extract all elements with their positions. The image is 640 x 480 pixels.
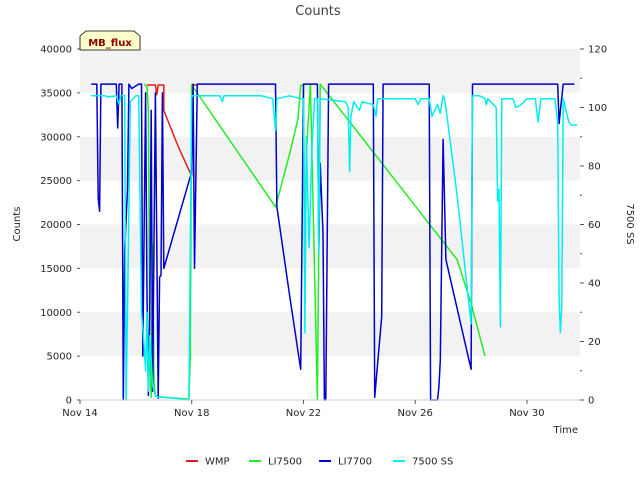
grid-band (80, 224, 580, 269)
y2-tick-label: 80 (588, 162, 601, 173)
y-tick-label: 30000 (40, 132, 72, 143)
x-axis-title: Time (553, 425, 578, 436)
grid-band (80, 268, 580, 313)
y-tick-label: 20000 (40, 220, 72, 231)
y2-tick-label: 120 (588, 45, 607, 56)
y2-axis-title: 7500 SS (624, 203, 635, 244)
y2-tick-label: 60 (588, 220, 601, 231)
y2-tick-label: 100 (588, 103, 607, 114)
y-axis-title: Counts (12, 207, 23, 242)
y-tick-label: 25000 (40, 176, 72, 187)
counts-chart: Counts 0 5000 10000 15000 20000 25000 30000 350… (12, 4, 635, 468)
chart-title: Counts (295, 4, 341, 19)
legend-label-li7500: LI7500 (268, 457, 302, 468)
x-tick-label: Nov 22 (286, 408, 321, 419)
grid-band (80, 312, 580, 357)
y2-tick-label: 40 (588, 279, 601, 290)
legend-label-li7700: LI7700 (338, 457, 372, 468)
legend-label-wmp: WMP (205, 457, 230, 468)
y-tick-label: 10000 (40, 308, 72, 319)
legend-label-7500-ss: 7500 SS (412, 457, 453, 468)
y2-tick-label: 20 (588, 337, 601, 348)
x-tick-label: Nov 18 (174, 408, 209, 419)
y-tick-label: 35000 (40, 88, 72, 99)
x-tick-label: Nov 30 (509, 408, 544, 419)
y-tick-label: 0 (66, 396, 72, 407)
y-tick-label: 40000 (40, 45, 72, 56)
mb-flux-badge: MB_flux (79, 30, 141, 51)
x-tick-label: Nov 14 (62, 408, 97, 419)
x-tick-label: Nov 26 (397, 408, 432, 419)
y-tick-label: 15000 (40, 264, 72, 275)
badge-label: MB_flux (88, 38, 132, 49)
legend: WMP LI7500 LI7700 7500 SS (186, 457, 453, 468)
y-tick-label: 5000 (47, 352, 72, 363)
y2-tick-label: 0 (588, 396, 594, 407)
